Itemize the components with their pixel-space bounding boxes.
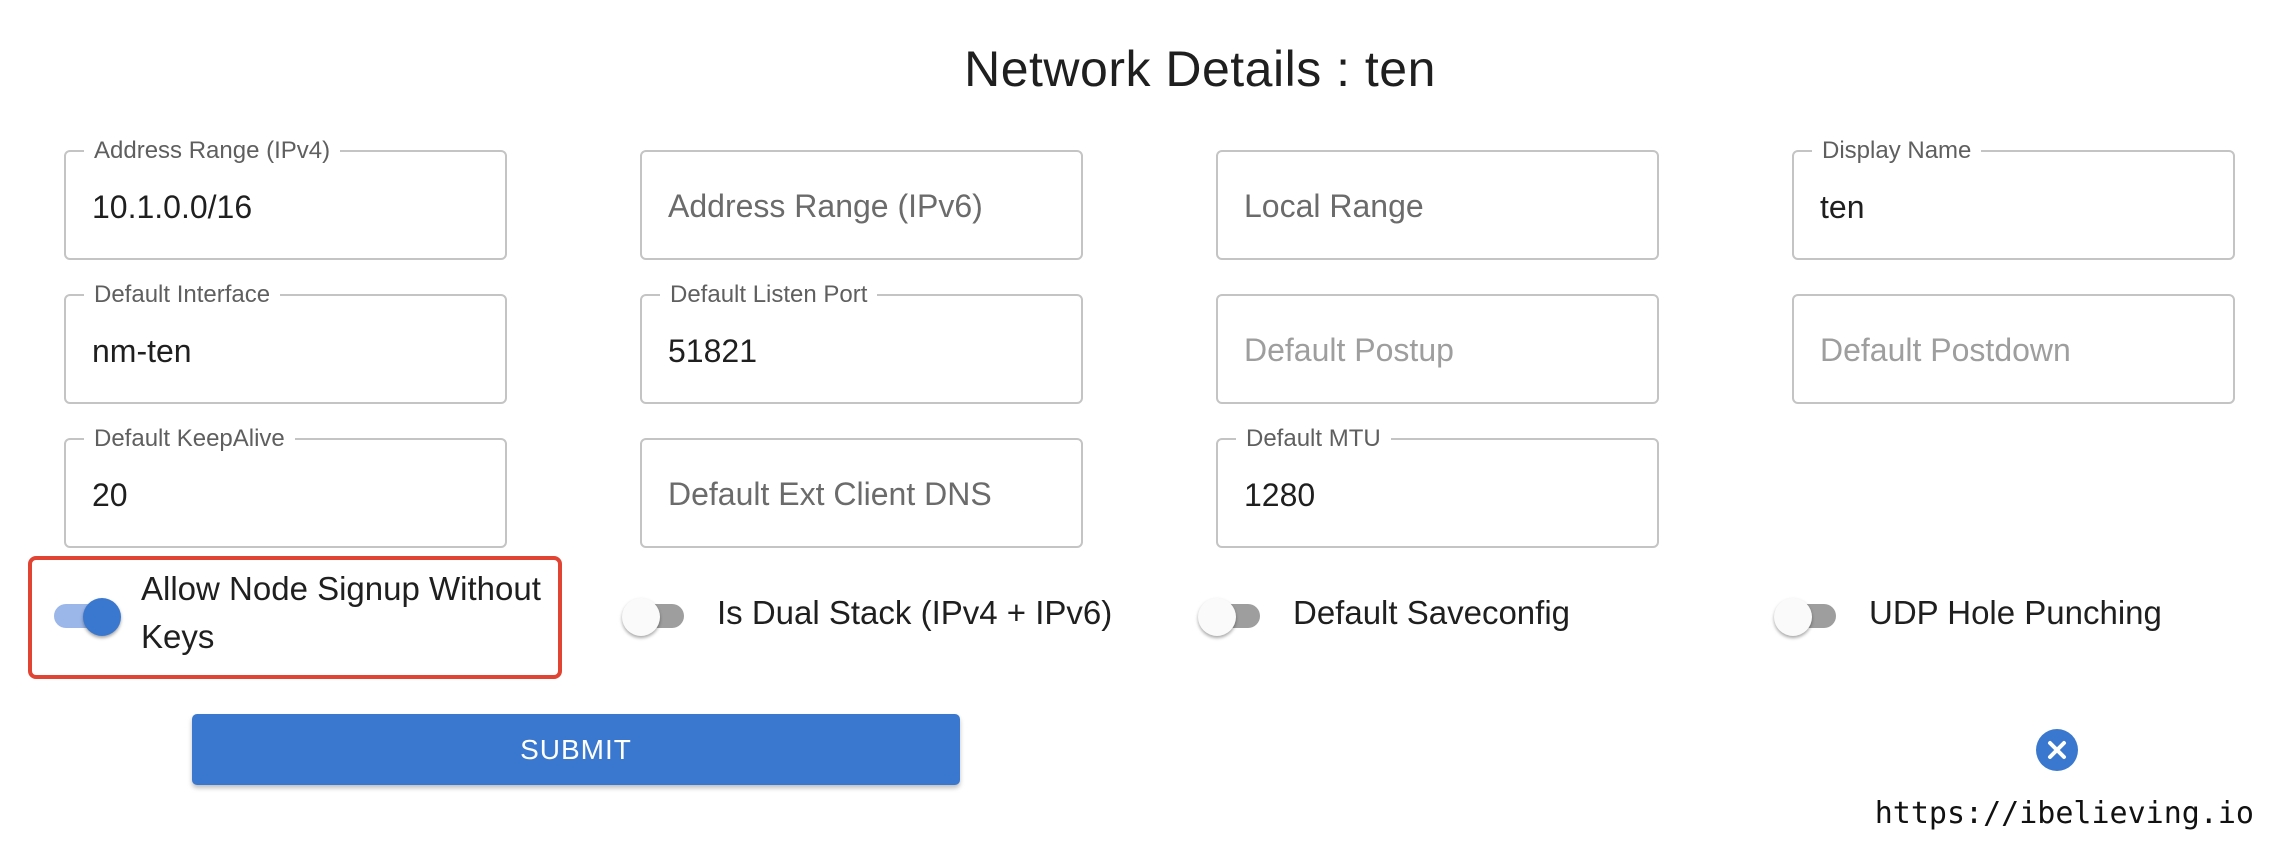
allow-node-signup-label-line1: Allow Node Signup Without (141, 570, 541, 607)
default-interface-label: Default Interface (84, 281, 281, 309)
default-keepalive-value: 20 (92, 477, 128, 513)
default-ext-client-dns-placeholder: Default Ext Client DNS (668, 476, 992, 512)
address-range-ipv6-field[interactable]: Address Range (IPv6) (640, 150, 1083, 260)
toggle-thumb (1774, 598, 1812, 636)
default-keepalive-label: Default KeepAlive (84, 425, 295, 453)
close-icon (2048, 741, 2066, 759)
toggle-thumb (1198, 598, 1236, 636)
address-range-ipv4-field[interactable]: Address Range (IPv4) 10.1.0.0/16 (64, 137, 507, 260)
default-mtu-value: 1280 (1244, 477, 1316, 513)
display-name-label: Display Name (1812, 137, 1982, 165)
default-saveconfig-toggle[interactable] (1198, 590, 1262, 638)
default-listen-port-label: Default Listen Port (660, 281, 878, 309)
address-range-ipv6-placeholder: Address Range (IPv6) (668, 188, 983, 224)
page-title: Network Details : ten (964, 41, 1436, 97)
default-interface-field[interactable]: Default Interface nm-ten (64, 281, 507, 404)
default-postup-placeholder: Default Postup (1244, 332, 1454, 368)
submit-button[interactable]: SUBMIT (192, 714, 960, 785)
udp-hole-punching-label: UDP Hole Punching (1869, 594, 2162, 631)
display-name-field[interactable]: Display Name ten (1792, 137, 2235, 260)
allow-node-signup-label-line2: Keys (141, 618, 215, 655)
allow-node-signup-toggle[interactable] (50, 590, 121, 638)
is-dual-stack-toggle[interactable] (622, 590, 686, 638)
default-keepalive-field[interactable]: Default KeepAlive 20 (64, 425, 507, 548)
default-postup-field[interactable]: Default Postup (1216, 294, 1659, 404)
display-name-value: ten (1820, 189, 1865, 225)
toggle-thumb (622, 598, 660, 636)
default-interface-value: nm-ten (92, 333, 192, 369)
watermark-url: https://ibelieving.io (1874, 796, 2254, 831)
default-postdown-field[interactable]: Default Postdown (1792, 294, 2235, 404)
is-dual-stack-label: Is Dual Stack (IPv4 + IPv6) (717, 594, 1113, 631)
udp-hole-punching-toggle[interactable] (1774, 590, 1838, 638)
default-listen-port-value: 51821 (668, 333, 757, 369)
close-button[interactable] (2036, 729, 2078, 771)
default-mtu-field[interactable]: Default MTU 1280 (1216, 425, 1659, 548)
address-range-ipv4-label: Address Range (IPv4) (84, 137, 341, 165)
default-postdown-placeholder: Default Postdown (1820, 332, 2071, 368)
toggle-thumb (83, 598, 121, 636)
local-range-field[interactable]: Local Range (1216, 150, 1659, 260)
default-ext-client-dns-field[interactable]: Default Ext Client DNS (640, 438, 1083, 548)
default-saveconfig-label: Default Saveconfig (1293, 594, 1571, 631)
default-mtu-label: Default MTU (1236, 425, 1391, 453)
local-range-placeholder: Local Range (1244, 188, 1424, 224)
default-listen-port-field[interactable]: Default Listen Port 51821 (640, 281, 1083, 404)
network-details-page: Network Details : ten Address Range (IPv… (0, 0, 2284, 848)
address-range-ipv4-value: 10.1.0.0/16 (92, 189, 253, 225)
